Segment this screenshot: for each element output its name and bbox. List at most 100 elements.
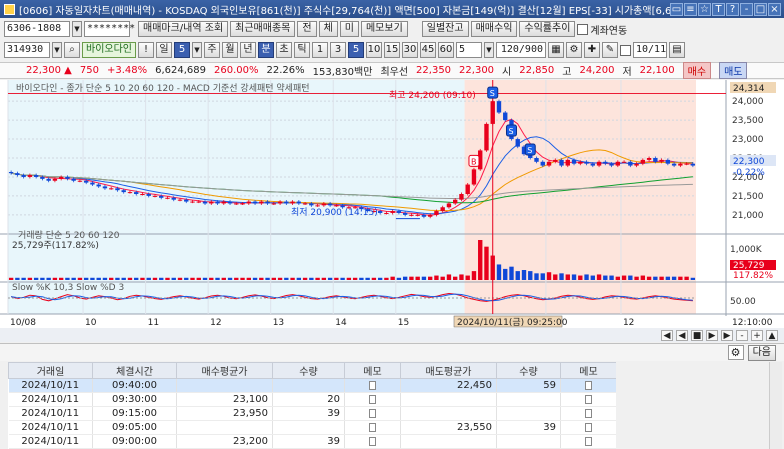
all-filter-button[interactable]: 전 <box>297 21 317 37</box>
col-trade-date[interactable]: 거래일 <box>8 362 93 379</box>
period-second-button[interactable]: 초 <box>276 42 292 58</box>
next-page-button[interactable]: 다음 <box>747 344 776 361</box>
memo-icon[interactable] <box>560 378 616 393</box>
candle-body <box>484 123 489 151</box>
period-month-button[interactable]: 월 <box>222 42 238 58</box>
date-field[interactable]: 10/11 <box>633 42 667 58</box>
col-buy-qty[interactable]: 수량 <box>272 362 345 379</box>
table-row[interactable]: 2024/10/11 09:40:00 22,450 59 <box>8 378 616 393</box>
interval-30-button[interactable]: 30 <box>402 42 418 58</box>
buy-button[interactable]: 매수 <box>682 62 712 79</box>
volume-bar <box>409 276 414 280</box>
scroll-prev-icon[interactable]: ◀ <box>676 329 688 341</box>
period-day-count-button[interactable]: 5 <box>174 42 190 58</box>
candle-body <box>421 214 427 217</box>
window-favorite-icon[interactable]: ☆ <box>698 2 711 16</box>
period-count-dropdown-icon[interactable]: ▼ <box>192 42 202 58</box>
interval-count-dropdown-icon[interactable]: ▼ <box>484 42 494 58</box>
col-buy-memo[interactable]: 메모 <box>344 362 401 379</box>
memo-icon[interactable] <box>560 392 616 407</box>
trade-profit-button[interactable]: 매매수익 <box>470 21 518 37</box>
memo-icon[interactable] <box>344 378 401 393</box>
collapse-panel-icon[interactable]: ▲ <box>766 329 778 341</box>
draw-tool-icon[interactable]: ✎ <box>602 42 618 58</box>
memo-icon[interactable] <box>344 392 401 407</box>
memo-view-button[interactable]: 메모보기 <box>360 21 408 37</box>
period-week-button[interactable]: 주 <box>204 42 220 58</box>
trade-mark-query-button[interactable]: 매매마크/내역 조회 <box>138 21 229 37</box>
interval-5-button[interactable]: 5 <box>348 42 364 58</box>
col-sell-memo[interactable]: 메모 <box>560 362 616 379</box>
password-field[interactable]: ******** <box>84 21 135 37</box>
scroll-next-icon[interactable]: ▶ <box>706 329 718 341</box>
chart-area[interactable]: BSSS 21,00021,50022,00022,50023,00023,50… <box>0 80 784 328</box>
volume-bar <box>352 277 358 280</box>
interval-3-button[interactable]: 3 <box>330 42 346 58</box>
candle-body <box>446 203 452 208</box>
indicator-add-icon[interactable]: ✚ <box>584 42 600 58</box>
interval-count-field[interactable]: 5 <box>456 42 482 58</box>
scroll-last-icon[interactable]: ▶ <box>721 329 733 341</box>
stock-code-field[interactable]: 314930 <box>4 42 50 58</box>
memo-icon[interactable] <box>344 406 401 421</box>
window-minimize-icon[interactable]: - <box>740 2 753 16</box>
interval-60-button[interactable]: 60 <box>438 42 454 58</box>
col-sell-qty[interactable]: 수량 <box>496 362 561 379</box>
period-tick-button[interactable]: 틱 <box>294 42 310 58</box>
chart-settings-icon[interactable]: ⚙ <box>566 42 582 58</box>
calendar-icon[interactable]: ▤ <box>669 42 685 58</box>
interval-15-button[interactable]: 15 <box>384 42 400 58</box>
interval-45-button[interactable]: 45 <box>420 42 436 58</box>
col-fill-time[interactable]: 체결시간 <box>92 362 177 379</box>
memo-icon[interactable] <box>560 434 616 449</box>
account-link-checkbox[interactable] <box>577 23 589 35</box>
alert-button[interactable]: ! <box>138 42 154 58</box>
recent-trades-button[interactable]: 최근매매종목 <box>230 21 296 37</box>
stock-code-dropdown-icon[interactable]: ▼ <box>52 42 62 58</box>
filled-filter-button[interactable]: 체 <box>318 21 338 37</box>
window-help-icon[interactable]: ? <box>726 2 739 16</box>
volume-bar <box>571 274 577 280</box>
volume-bar <box>640 275 646 280</box>
period-minute-button[interactable]: 분 <box>258 42 274 58</box>
price-chart-svg[interactable]: BSSS 21,00021,50022,00022,50023,00023,50… <box>0 80 784 328</box>
zoom-out-icon[interactable]: - <box>736 329 748 341</box>
memo-icon[interactable] <box>344 420 401 435</box>
candle-body <box>302 203 308 205</box>
window-menu-icon[interactable]: ≡ <box>684 2 697 16</box>
search-icon[interactable]: ⌕ <box>64 42 80 58</box>
table-row[interactable]: 2024/10/11 09:15:00 23,950 39 <box>8 406 616 421</box>
stop-icon[interactable]: ■ <box>691 329 703 341</box>
return-trend-button[interactable]: 수익률추이 <box>519 21 576 37</box>
interval-1-button[interactable]: 1 <box>312 42 328 58</box>
window-maximize-icon[interactable]: □ <box>754 2 767 16</box>
account-dropdown-icon[interactable]: ▼ <box>72 21 82 37</box>
window-font-icon[interactable]: T <box>712 2 725 16</box>
table-row[interactable]: 2024/10/11 09:05:00 23,550 39 <box>8 420 616 435</box>
col-sell-avg[interactable]: 매도평균가 <box>400 362 497 379</box>
window-tile-icon[interactable]: ▭ <box>670 2 683 16</box>
table-scrollbar[interactable] <box>769 362 782 449</box>
memo-icon[interactable] <box>560 420 616 435</box>
memo-icon[interactable] <box>344 434 401 449</box>
col-buy-avg[interactable]: 매수평균가 <box>176 362 273 379</box>
daily-balance-button[interactable]: 일별잔고 <box>421 21 469 37</box>
period-day-button[interactable]: 일 <box>156 42 172 58</box>
window-close-icon[interactable]: × <box>768 2 781 16</box>
unfilled-filter-button[interactable]: 미 <box>339 21 359 37</box>
date-checkbox[interactable] <box>620 44 631 56</box>
interval-10-button[interactable]: 10 <box>366 42 382 58</box>
scroll-first-icon[interactable]: ◀ <box>661 329 673 341</box>
volume-last-tag: 25,729 117.82% <box>730 260 776 281</box>
period-year-button[interactable]: 년 <box>240 42 256 58</box>
memo-icon[interactable] <box>560 406 616 421</box>
data-range-field[interactable]: 120/900 <box>496 42 546 58</box>
zoom-in-icon[interactable]: + <box>751 329 763 341</box>
sell-button[interactable]: 매도 <box>719 62 748 79</box>
table-row[interactable]: 2024/10/11 09:00:00 23,200 39 <box>8 434 616 449</box>
grid-toggle-icon[interactable]: ▦ <box>548 42 564 58</box>
table-row[interactable]: 2024/10/11 09:30:00 23,100 20 <box>8 392 616 407</box>
gear-icon[interactable]: ⚙ <box>727 345 744 360</box>
account-number-field[interactable]: 6306-1808 <box>4 21 70 37</box>
candle-body <box>390 211 395 213</box>
